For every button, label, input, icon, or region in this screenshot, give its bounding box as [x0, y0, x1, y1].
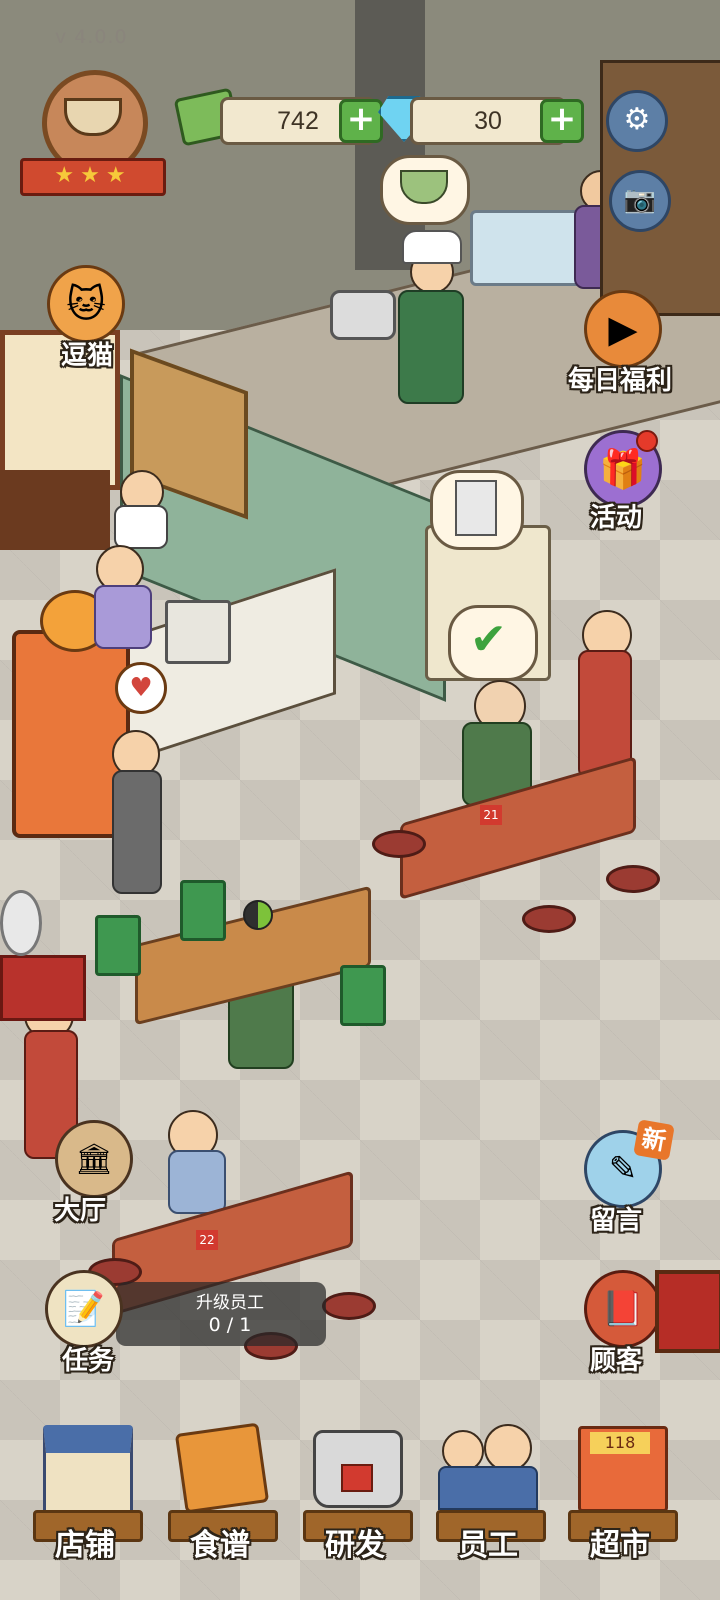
green-chair-3[interactable]: [340, 965, 386, 1026]
nav-shop[interactable]: 店铺: [25, 1420, 145, 1563]
check-icon: ✔: [470, 614, 507, 665]
heart-bubble[interactable]: ♥: [115, 662, 167, 714]
stool-2[interactable]: [606, 865, 660, 893]
daily-reward-icon[interactable]: ▶: [584, 290, 662, 368]
chef-hat: [402, 230, 462, 264]
green-chair-1[interactable]: [95, 915, 141, 976]
chef-body[interactable]: [398, 290, 464, 404]
gem-value: 30: [474, 106, 502, 135]
staff-bodies: [438, 1466, 538, 1510]
stool-3[interactable]: [522, 905, 576, 933]
cashier-staff[interactable]: [94, 585, 152, 649]
nav-recipe[interactable]: 食谱: [160, 1420, 280, 1563]
hall-label[interactable]: 大厅: [20, 1190, 140, 1227]
game-scene[interactable]: ✔ ♥ 21 22 v 4.0.0 ★★★ 742 + 30 + ⚙ 📷 🐱 逗…: [0, 0, 720, 1600]
settings-icon[interactable]: ⚙: [606, 90, 668, 152]
camera-icon[interactable]: 📷: [609, 170, 671, 232]
new-badge: 新: [633, 1119, 675, 1161]
nav-supermarket-label: 超市: [590, 1528, 650, 1563]
hall-icon[interactable]: 🏛: [55, 1120, 133, 1198]
recipe-book-icon: [174, 1422, 270, 1514]
daily-reward-label[interactable]: 每日福利: [555, 360, 685, 397]
stove-pot: [330, 290, 396, 340]
rank-badge-icon[interactable]: ★★★: [20, 70, 166, 200]
chef-staff-icon: [484, 1424, 532, 1472]
nav-shop-label: 店铺: [55, 1528, 115, 1563]
version-label: v 4.0.0: [55, 26, 128, 48]
nav-research-label: 研发: [325, 1528, 385, 1563]
nav-supermarket[interactable]: 118 超市: [560, 1420, 680, 1563]
customer-book-icon[interactable]: 📕: [584, 1270, 662, 1348]
task-title: 升级员工: [196, 1293, 264, 1313]
electric-fan: [0, 890, 42, 956]
event-red-dot: [636, 430, 658, 452]
customer-label[interactable]: 顾客: [556, 1340, 676, 1377]
man-white-shirt[interactable]: [112, 770, 162, 894]
cash-value: 742: [277, 106, 319, 135]
cat-label[interactable]: 逗猫: [27, 335, 147, 372]
sauce-shelf: [0, 470, 110, 550]
nav-staff[interactable]: 员工: [428, 1420, 548, 1563]
fridge-icon: [455, 480, 497, 536]
computer: [165, 600, 231, 664]
add-cash-button[interactable]: +: [339, 99, 383, 143]
task-label[interactable]: 任务: [28, 1340, 148, 1377]
waiter-1[interactable]: [114, 505, 168, 549]
red-rug: [0, 955, 86, 1021]
nav-staff-label: 员工: [458, 1528, 518, 1563]
message-label[interactable]: 留言: [556, 1200, 676, 1237]
stool-1[interactable]: [372, 830, 426, 858]
pot-label-icon: [341, 1464, 373, 1492]
nav-recipe-label: 食谱: [190, 1528, 250, 1563]
woman-customer[interactable]: [168, 1150, 226, 1214]
timer-icon: [243, 900, 273, 930]
table-number-22: 22: [196, 1230, 218, 1250]
table-number-21: 21: [480, 805, 502, 825]
green-chair-2[interactable]: [180, 880, 226, 941]
nav-research[interactable]: 研发: [295, 1420, 415, 1563]
badge-ribbon: ★★★: [20, 158, 166, 196]
event-label[interactable]: 活动: [556, 497, 676, 534]
task-icon[interactable]: 📝: [45, 1270, 123, 1348]
supermarket-sign-number: 118: [590, 1432, 650, 1454]
cat-icon[interactable]: 🐱: [47, 265, 125, 343]
add-gems-button[interactable]: +: [540, 99, 584, 143]
task-progress: 0 / 1: [208, 1314, 252, 1336]
task-panel[interactable]: 升级员工 0 / 1: [116, 1282, 326, 1346]
